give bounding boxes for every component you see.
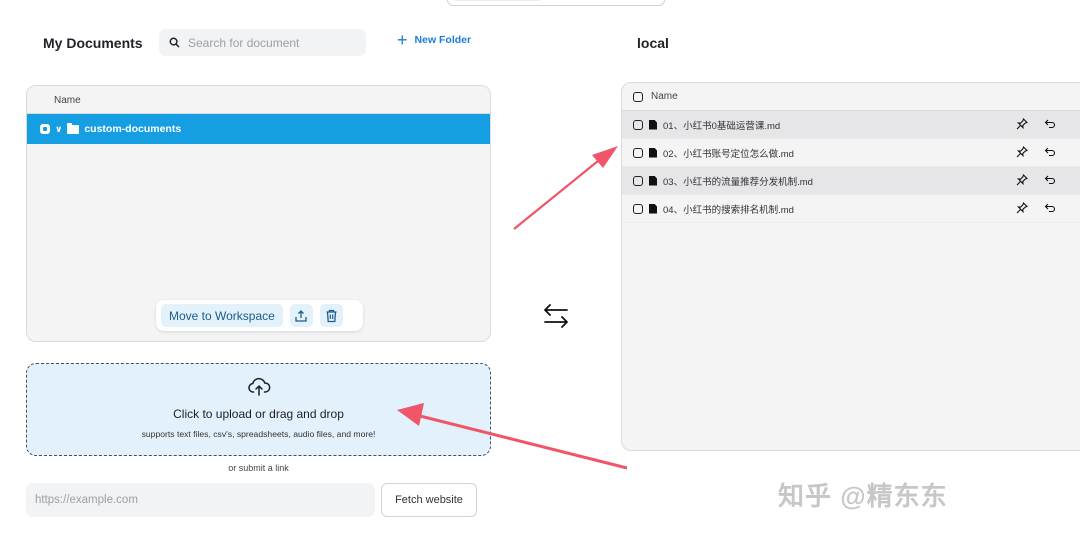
file-icon (649, 147, 657, 158)
file-checkbox[interactable] (633, 175, 643, 186)
annotation-arrow-to-files (513, 146, 618, 230)
selection-action-bar: Move to Workspace (156, 300, 363, 331)
file-checkbox[interactable] (633, 119, 643, 130)
upload-tray-button[interactable] (289, 304, 313, 327)
file-row[interactable]: 02、小红书账号定位怎么做.md (622, 139, 1080, 167)
file-row[interactable]: 01、小红书0基础运营课.md (622, 111, 1080, 139)
dropzone-title: Click to upload or drag and drop (173, 407, 344, 421)
new-folder-button[interactable]: + New Folder (397, 30, 472, 50)
plus-icon: + (397, 30, 408, 50)
fetch-website-button[interactable]: Fetch website (381, 483, 477, 517)
undo-icon[interactable] (1044, 118, 1056, 130)
pin-icon[interactable] (1016, 174, 1028, 186)
workspace-files-panel: Name 01、小红书0基础运营课.md 02、小红书账号定位怎么做.md 03… (621, 82, 1080, 451)
pin-icon[interactable] (1016, 202, 1028, 214)
column-header-name: Name (651, 91, 678, 102)
upload-tray-icon (295, 309, 307, 322)
dropzone-subtitle: supports text files, csv's, spreadsheets… (141, 429, 376, 439)
file-name: 02、小红书账号定位怎么做.md (663, 148, 794, 160)
right-column-header: Name (622, 83, 1080, 111)
file-name: 01、小红书0基础运营课.md (663, 120, 781, 132)
upload-dropzone[interactable]: Click to upload or drag and drop support… (26, 363, 491, 456)
pin-icon[interactable] (1016, 118, 1028, 130)
folder-checkbox[interactable] (40, 124, 50, 134)
file-row[interactable]: 04、小红书的搜索排名机制.md (622, 195, 1080, 223)
file-checkbox[interactable] (633, 203, 643, 214)
swap-arrows-icon[interactable] (542, 302, 570, 330)
undo-icon[interactable] (1044, 202, 1056, 214)
my-documents-title: My Documents (43, 35, 143, 51)
url-input[interactable] (26, 483, 375, 517)
local-title: local (637, 35, 669, 51)
trash-icon (326, 309, 337, 322)
new-folder-label: New Folder (414, 34, 472, 46)
tab-indicator (454, 0, 540, 1)
file-icon (649, 175, 657, 186)
search-box[interactable] (159, 29, 366, 56)
search-icon (169, 37, 180, 48)
chevron-down-icon[interactable]: ∨ (55, 124, 62, 135)
folder-name: custom-documents (84, 123, 182, 135)
file-checkbox[interactable] (633, 147, 643, 158)
select-all-checkbox[interactable] (633, 91, 643, 102)
file-name: 04、小红书的搜索排名机制.md (663, 204, 794, 216)
folder-icon (67, 122, 80, 134)
move-to-workspace-button[interactable]: Move to Workspace (161, 304, 283, 327)
delete-button[interactable] (319, 304, 343, 327)
file-icon (649, 203, 657, 214)
search-input[interactable] (188, 35, 358, 50)
pin-icon[interactable] (1016, 146, 1028, 158)
top-tab-switcher[interactable] (447, 0, 665, 6)
folder-row-custom-documents[interactable]: ∨ custom-documents (27, 114, 490, 144)
watermark-text: 知乎 @精东东 (778, 481, 948, 511)
file-row[interactable]: 03、小红书的流量推荐分发机制.md (622, 167, 1080, 195)
column-header-name: Name (27, 86, 490, 114)
file-name: 03、小红书的流量推荐分发机制.md (663, 176, 813, 188)
file-icon (649, 119, 657, 130)
or-submit-link-label: or submit a link (228, 463, 289, 473)
cloud-upload-icon (248, 377, 271, 396)
undo-icon[interactable] (1044, 146, 1056, 158)
undo-icon[interactable] (1044, 174, 1056, 186)
